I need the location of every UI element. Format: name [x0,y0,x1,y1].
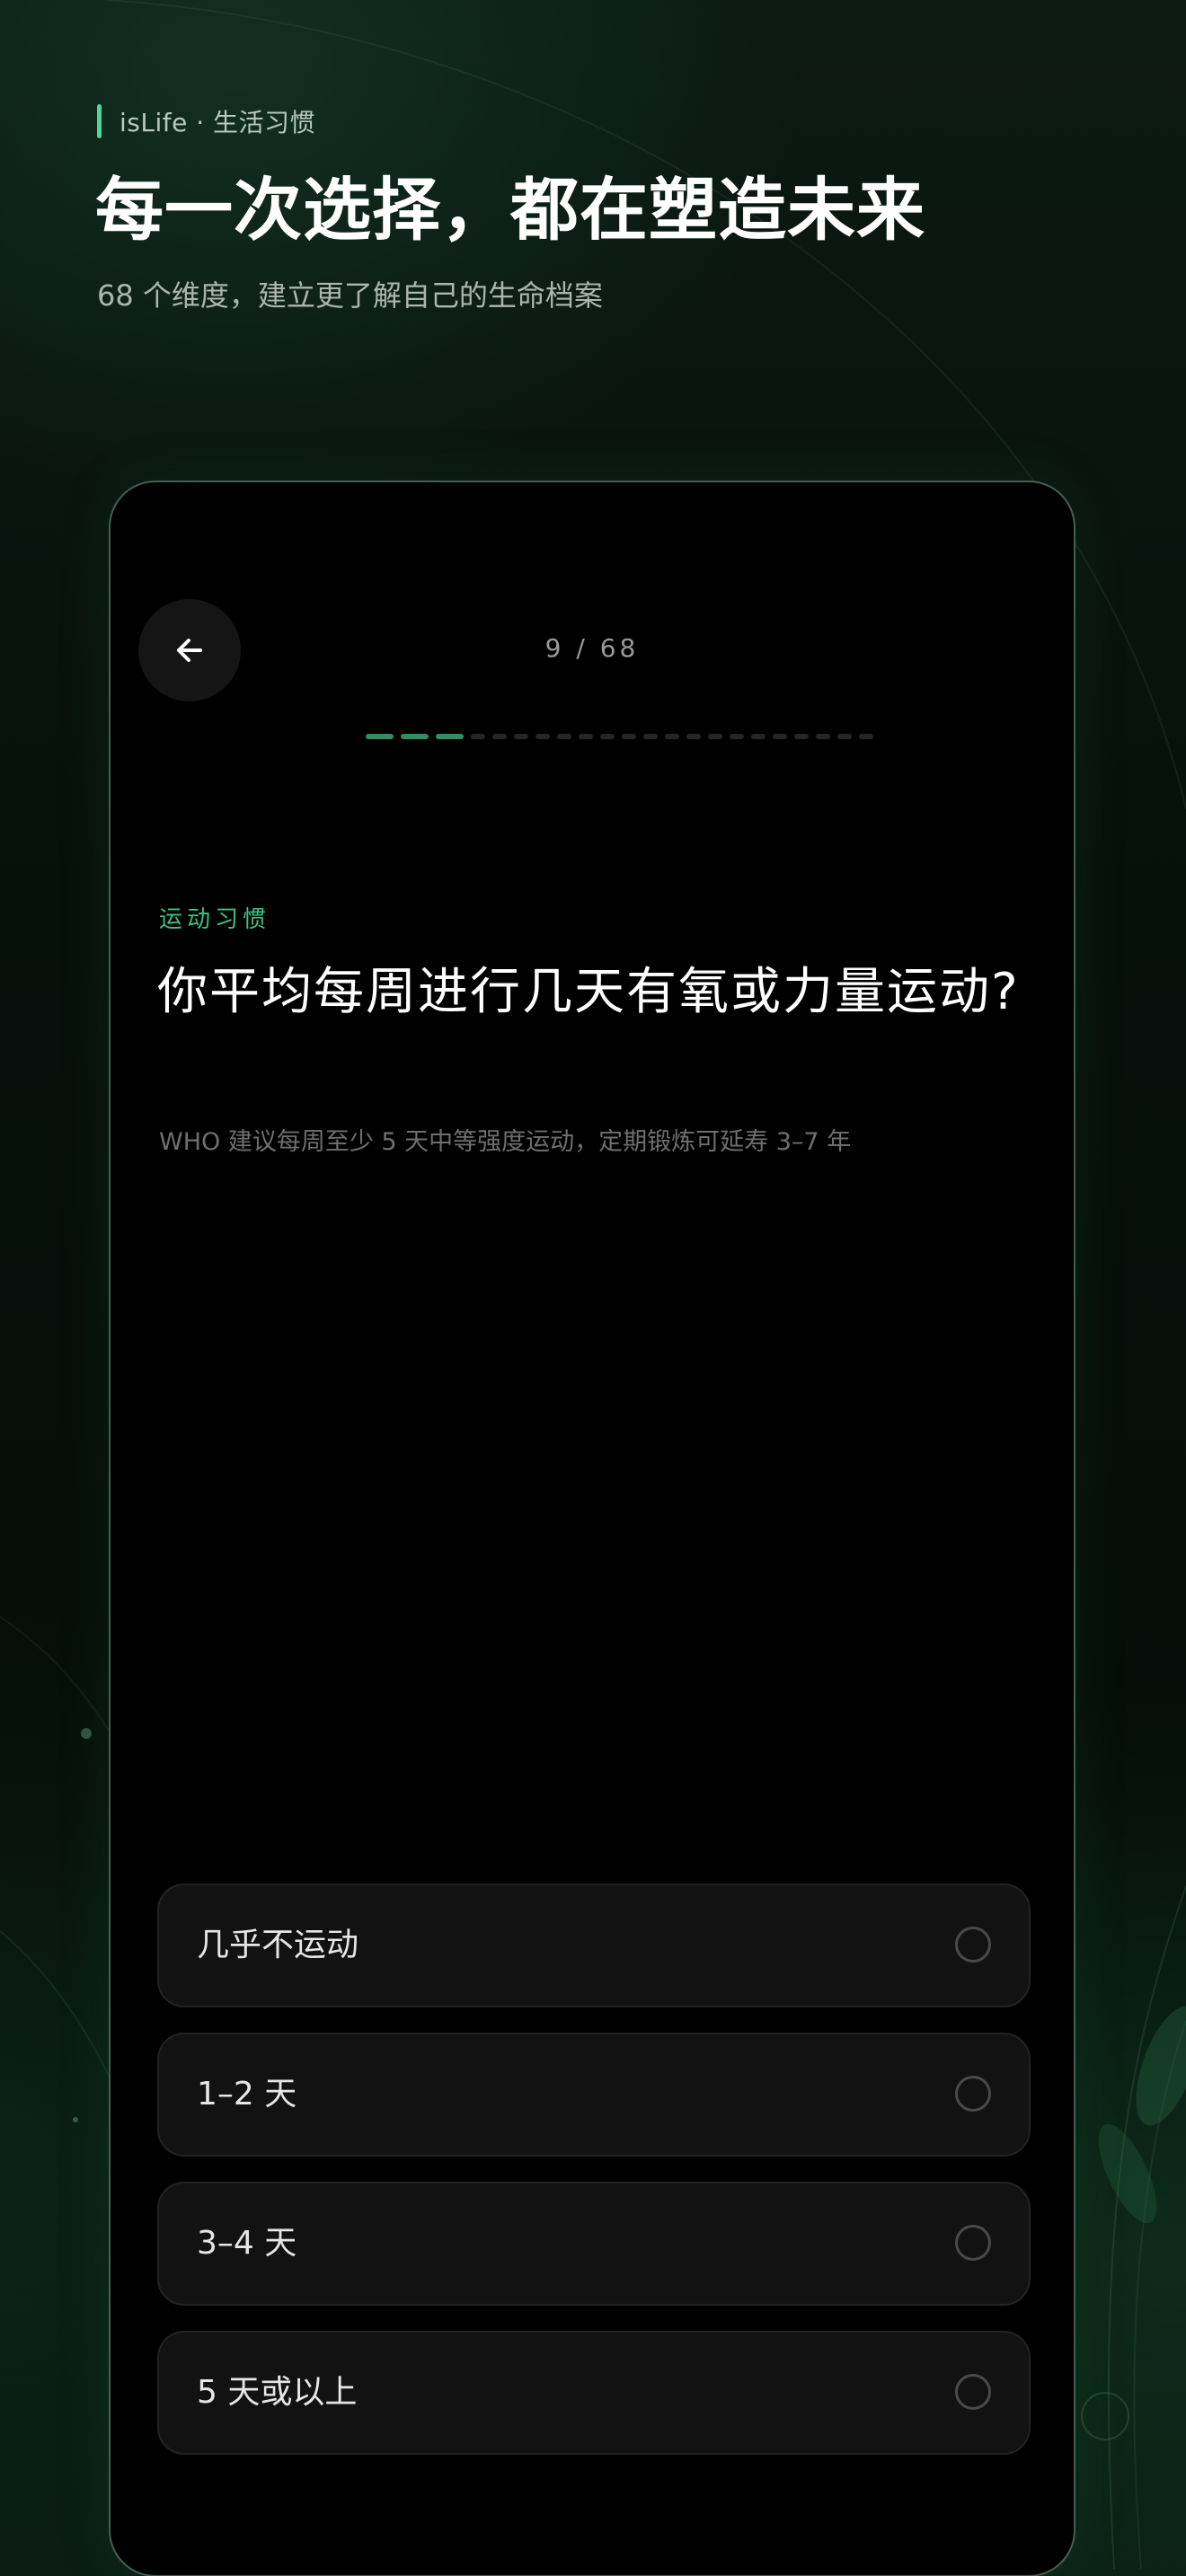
option-list: 几乎不运动 1–2 天 3–4 天 5 天或以上 [157,1883,1031,2480]
option-item[interactable]: 5 天或以上 [157,2331,1031,2455]
progress-segment-pending [492,734,507,739]
phone-mockup: 9 / 68 运动习惯 你平均每周进行几天有氧或力量运动? WHO 建议每周至少… [109,481,1075,2576]
progress-segment-pending [622,734,636,739]
brand-row: isLife · 生活习惯 [97,104,315,138]
option-item[interactable]: 3–4 天 [157,2182,1031,2306]
progress-segment-pending [730,734,744,739]
hero-subtitle: 68 个维度，建立更了解自己的生命档案 [97,278,603,313]
progress-segment-pending [859,734,873,739]
progress-segment-pending [600,734,615,739]
progress-segment-pending [557,734,571,739]
question-counter: 9 / 68 [544,633,640,663]
option-label: 几乎不运动 [197,1927,359,1963]
progress-segment-pending [535,734,550,739]
progress-segment-pending [643,734,658,739]
option-label: 5 天或以上 [197,2374,358,2411]
option-label: 1–2 天 [197,2076,297,2113]
progress-segment-done [401,734,429,739]
progress-segment-pending [686,734,701,739]
option-label: 3–4 天 [197,2225,297,2262]
progress-segment-pending [773,734,787,739]
progress-segment-pending [665,734,679,739]
hero-title: 每一次选择，都在塑造未来 [95,170,925,250]
progress-segment-pending [794,734,809,739]
progress-segment-done [366,734,394,739]
option-item[interactable]: 1–2 天 [157,2033,1031,2157]
progress-segment-pending [837,734,852,739]
radio-unchecked-icon[interactable] [955,2374,991,2410]
option-item[interactable]: 几乎不运动 [157,1883,1031,2007]
progress-segment-pending [708,734,722,739]
progress-bar [366,734,873,739]
progress-segment-done [436,734,464,739]
progress-segment-pending [514,734,528,739]
progress-segment-pending [471,734,485,739]
brand-accent-bar [97,104,102,138]
radio-unchecked-icon[interactable] [955,2076,991,2112]
question-text: 你平均每周进行几天有氧或力量运动? [157,963,1020,1021]
progress-segment-pending [579,734,593,739]
progress-segment-pending [751,734,766,739]
radio-unchecked-icon[interactable] [955,2225,991,2261]
progress-segment-pending [816,734,830,739]
question-hint: WHO 建议每周至少 5 天中等强度运动，定期锻炼可延寿 3–7 年 [159,1128,852,1156]
category-label: 运动习惯 [159,906,271,933]
radio-unchecked-icon[interactable] [955,1927,991,1963]
brand-label: isLife · 生活习惯 [119,108,316,137]
